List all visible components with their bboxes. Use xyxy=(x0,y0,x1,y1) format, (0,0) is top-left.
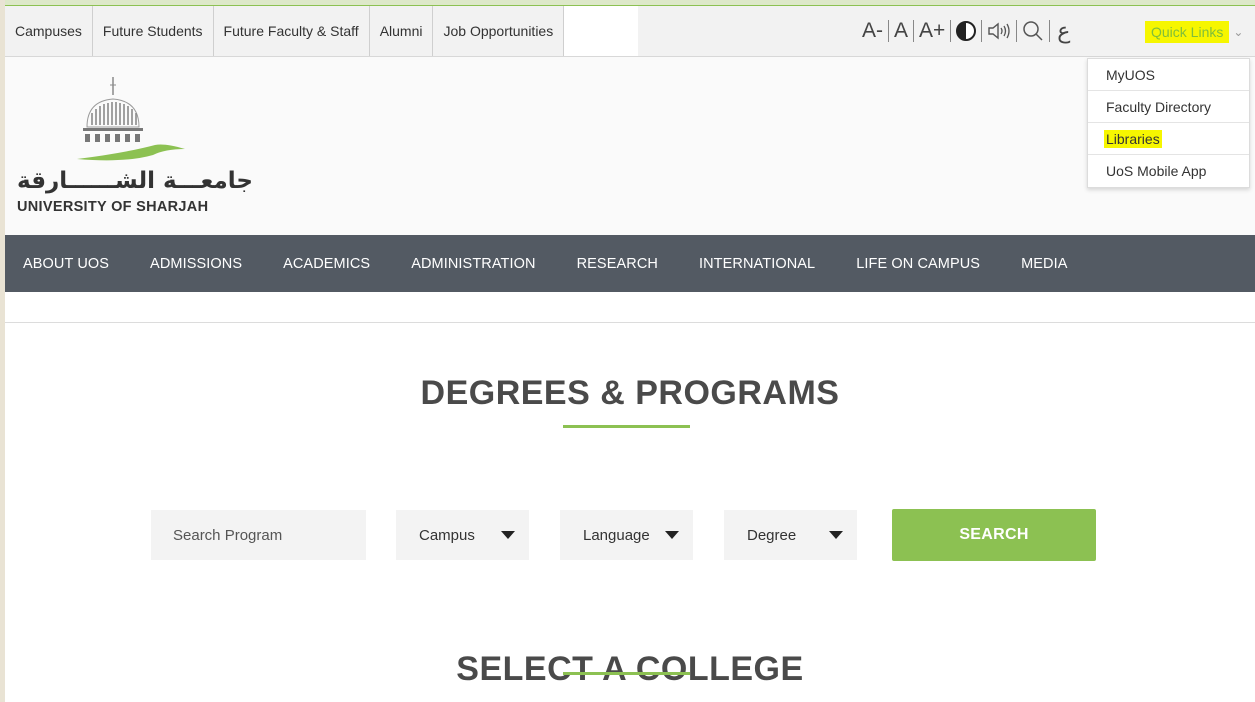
arabic-language-toggle[interactable]: ع xyxy=(1052,19,1075,44)
nav-item-international[interactable]: INTERNATIONAL xyxy=(699,256,815,272)
dome-logo-icon xyxy=(77,77,185,161)
title-underline xyxy=(563,672,690,675)
nav-item-life-on-campus[interactable]: LIFE ON CAMPUS xyxy=(856,256,980,272)
nav-item-admissions[interactable]: ADMISSIONS xyxy=(150,256,242,272)
nav-item-about[interactable]: ABOUT UOS xyxy=(23,256,109,272)
nav-item-administration[interactable]: ADMINISTRATION xyxy=(411,256,535,272)
degree-select[interactable]: Degree xyxy=(724,510,857,560)
chevron-down-icon: ⌄ xyxy=(1233,25,1244,39)
language-select[interactable]: Language xyxy=(560,510,693,560)
utility-bar: Campuses Future Students Future Faculty … xyxy=(5,6,1255,57)
language-select-label: Language xyxy=(583,526,650,544)
dropdown-caret-icon xyxy=(829,531,843,539)
accessibility-tools: A- A A+ ع xyxy=(857,6,1075,56)
nav-item-media[interactable]: MEDIA xyxy=(1021,256,1067,272)
quick-link-label: MyUOS xyxy=(1106,66,1155,83)
font-decrease-button[interactable]: A- xyxy=(857,19,888,43)
font-reset-button[interactable]: A xyxy=(889,19,913,43)
program-search-input[interactable] xyxy=(151,510,366,560)
utility-link-future-students[interactable]: Future Students xyxy=(93,6,214,56)
site-header: جامعـــة الشــــــارقة UNIVERSITY OF SHA… xyxy=(5,57,1255,235)
speaker-icon xyxy=(988,22,1010,40)
quick-link-label: UoS Mobile App xyxy=(1106,163,1207,179)
quick-link-faculty-directory[interactable]: Faculty Directory xyxy=(1088,91,1249,123)
quick-link-mobile-app[interactable]: UoS Mobile App xyxy=(1088,155,1249,187)
site-search-button[interactable] xyxy=(1017,19,1049,43)
contrast-toggle-button[interactable] xyxy=(951,19,981,43)
search-icon xyxy=(1023,21,1043,41)
quick-link-label: Faculty Directory xyxy=(1106,98,1212,115)
content-divider xyxy=(5,322,1255,323)
utility-link-alumni[interactable]: Alumni xyxy=(370,6,434,56)
contrast-icon xyxy=(956,21,977,41)
title-underline xyxy=(563,425,690,428)
quick-link-label: Libraries xyxy=(1104,129,1162,148)
dropdown-caret-icon xyxy=(665,531,679,539)
campus-select-label: Campus xyxy=(419,526,475,544)
tool-separator xyxy=(1049,20,1051,42)
university-logo[interactable]: جامعـــة الشــــــارقة UNIVERSITY OF SHA… xyxy=(15,75,252,220)
quick-links-label: Quick Links xyxy=(1145,21,1230,43)
logo-arabic-name: جامعـــة الشــــــارقة xyxy=(17,168,253,194)
utility-links: Campuses Future Students Future Faculty … xyxy=(5,6,565,56)
dropdown-caret-icon xyxy=(501,531,515,539)
logo-english-name: UNIVERSITY OF SHARJAH xyxy=(17,199,209,215)
quick-link-libraries[interactable]: Libraries xyxy=(1088,123,1249,155)
select-college-title: SELECT A COLLEGE xyxy=(456,650,804,688)
font-increase-button[interactable]: A+ xyxy=(914,19,950,43)
campus-select[interactable]: Campus xyxy=(396,510,529,560)
degree-select-label: Degree xyxy=(747,526,797,544)
quick-link-myuos[interactable]: MyUOS xyxy=(1088,59,1249,91)
quick-links-menu: MyUOS Faculty Directory Libraries UoS Mo… xyxy=(1087,58,1250,188)
utility-link-job-opportunities[interactable]: Job Opportunities xyxy=(433,6,563,56)
degrees-programs-title: DEGREES & PROGRAMS xyxy=(420,374,840,412)
quick-links-toggle[interactable]: Quick Links ⌄ xyxy=(1145,18,1243,46)
nav-item-research[interactable]: RESEARCH xyxy=(577,256,658,272)
utility-link-future-faculty-staff[interactable]: Future Faculty & Staff xyxy=(214,6,370,56)
utility-link-campuses[interactable]: Campuses xyxy=(5,6,93,56)
nav-item-academics[interactable]: ACADEMICS xyxy=(283,256,370,272)
main-nav: ABOUT UOS ADMISSIONS ACADEMICS ADMINISTR… xyxy=(5,235,1255,292)
program-search-button[interactable]: SEARCH xyxy=(892,509,1096,561)
text-to-speech-button[interactable] xyxy=(982,19,1016,43)
